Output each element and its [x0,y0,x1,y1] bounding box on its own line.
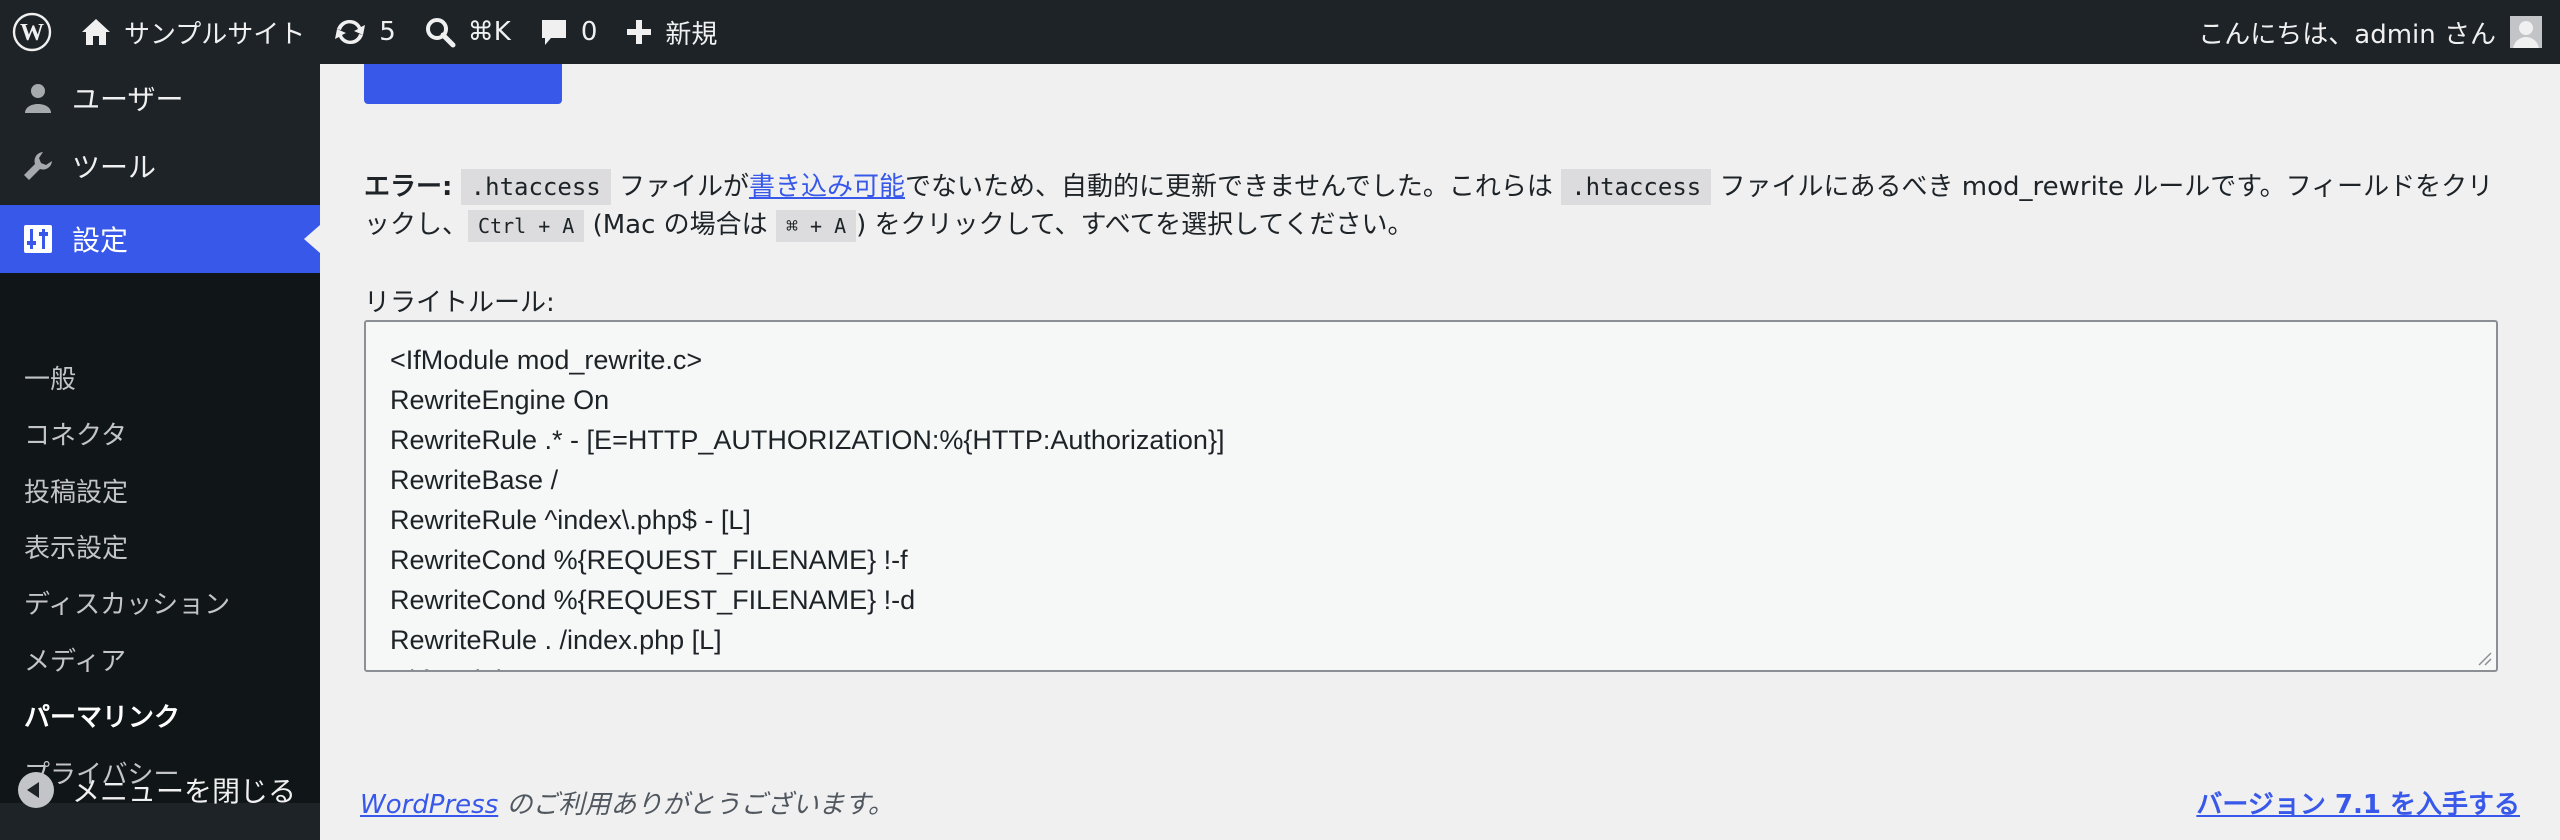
submenu-item-permalinks[interactable]: パーマリンク [24,697,180,734]
rule-line: </IfModule> [390,660,2472,670]
comments-menu[interactable]: 0 [525,0,612,64]
settings-sliders-icon [18,219,58,259]
home-icon [82,19,110,45]
resize-grip-icon[interactable] [2476,650,2492,666]
submenu-item-connectors[interactable]: コネクタ [24,415,127,452]
sidebar-item-tools[interactable]: ツール [0,132,320,200]
htaccess-code: .htaccess [460,169,611,205]
admin-sidebar: ユーザー ツール 設定 一般 コネクタ 投稿設定 表示設定 ディスカッション メ… [0,64,320,840]
cmd-a-code: ⌘ + A [775,210,857,242]
collapse-menu-button[interactable]: メニューを閉じる [0,756,320,824]
rule-line: RewriteBase / [390,465,559,495]
wordpress-logo-icon: W [12,12,52,52]
wrench-icon [18,146,58,186]
rule-line: RewriteRule .* - [E=HTTP_AUTHORIZATION:%… [390,425,1225,455]
collapse-menu-label: メニューを閉じる [72,775,297,808]
submenu-item-discussion[interactable]: ディスカッション [24,584,230,621]
htaccess-code: .htaccess [1561,169,1712,205]
search-menu[interactable]: ⌘K [410,0,525,64]
wordpress-logo-menu[interactable]: W [0,0,66,64]
updates-count: 5 [379,17,396,47]
submenu-item-media[interactable]: メディア [24,641,126,678]
ctrl-a-code: Ctrl + A [468,210,585,242]
sidebar-item-users[interactable]: ユーザー [0,64,320,132]
rule-line: <IfModule mod_rewrite.c> [390,345,703,375]
rule-line: RewriteCond %{REQUEST_FILENAME} !-f [390,545,908,575]
error-text-part: ) をクリックして、すべてを選択してください。 [856,210,1414,240]
sidebar-item-label: ツール [72,151,157,184]
rewrite-rules-label: リライトルール: [364,288,555,318]
get-version-link[interactable]: バージョン 7.1 を入手する [2196,784,2520,821]
error-text-part: でないため、自動的に更新できませんでした。これらは [905,172,1562,202]
search-shortcut: ⌘K [467,17,511,47]
users-icon [18,78,58,118]
footer-thanks: WordPress のご利用ありがとうございます。 [360,784,894,821]
updates-menu[interactable]: 5 [319,0,410,64]
wordpress-link[interactable]: WordPress [360,790,498,820]
rule-line: RewriteRule . /index.php [L] [390,625,722,655]
rewrite-rules-textarea[interactable]: <IfModule mod_rewrite.c> RewriteEngine O… [364,320,2498,672]
my-account-menu[interactable]: こんにちは、admin さん [2198,0,2560,64]
rule-line: RewriteEngine On [390,385,610,415]
updates-icon [335,19,366,45]
sidebar-item-label: ユーザー [72,83,184,116]
admin-bar: W サンプルサイト 5 ⌘K 0 新規 こんにちは、admin さん [0,0,2560,64]
search-icon [425,18,456,48]
new-content-menu[interactable]: 新規 [611,0,731,64]
submenu-item-reading[interactable]: 表示設定 [24,528,128,565]
sidebar-item-label: 設定 [72,224,129,257]
writable-link[interactable]: 書き込み可能 [749,172,905,202]
greeting: こんにちは、admin さん [2198,19,2496,50]
submenu-item-general[interactable]: 一般 [24,359,76,396]
site-name-menu[interactable]: サンプルサイト [66,0,319,64]
htaccess-error-notice: エラー: .htaccess ファイルが書き込み可能でないため、自動的に更新でき… [364,168,2504,245]
new-label: 新規 [665,19,718,50]
submenu-item-writing[interactable]: 投稿設定 [24,472,128,509]
error-text-part: ファイルが [610,172,749,202]
site-name: サンプルサイト [124,19,306,50]
comment-icon [541,20,566,45]
error-prefix: エラー: [364,172,453,202]
rule-line: RewriteCond %{REQUEST_FILENAME} !-d [390,585,916,615]
sidebar-item-settings[interactable]: 設定 [0,205,320,273]
avatar [2510,16,2542,48]
settings-submenu: 一般 コネクタ 投稿設定 表示設定 ディスカッション メディア パーマリンク プ… [0,273,320,803]
footer-thanks-text: のご利用ありがとうございます。 [498,790,894,820]
rule-line: RewriteRule ^index\.php$ - [L] [390,505,751,535]
collapse-arrow-icon [18,772,54,808]
error-text-part: (Mac の場合は [584,210,776,240]
comments-count: 0 [580,17,598,47]
plus-icon [627,20,652,44]
svg-text:W: W [20,20,44,46]
